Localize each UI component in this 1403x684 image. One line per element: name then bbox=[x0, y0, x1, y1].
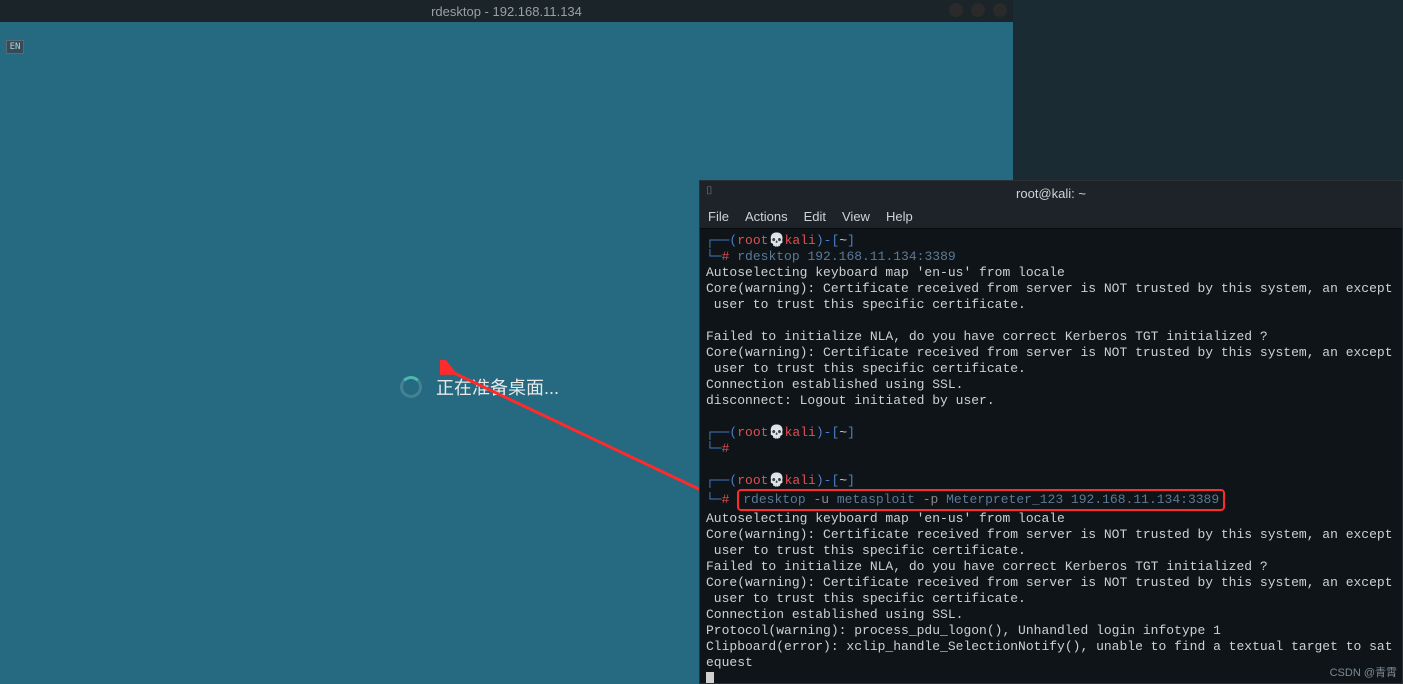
menu-view[interactable]: View bbox=[842, 209, 870, 224]
rdesktop-title: rdesktop - 192.168.11.134 bbox=[431, 4, 582, 19]
terminal-output[interactable]: ┌──(root💀kali)-[~] └─# rdesktop 192.168.… bbox=[700, 229, 1402, 683]
maximize-button[interactable] bbox=[971, 3, 985, 17]
command-1: rdesktop 192.168.11.134:3389 bbox=[737, 249, 955, 264]
terminal-title: root@kali: ~ bbox=[1016, 186, 1086, 201]
rdesktop-titlebar[interactable]: rdesktop - 192.168.11.134 bbox=[0, 0, 1013, 22]
spinner-icon bbox=[400, 376, 422, 398]
menu-help[interactable]: Help bbox=[886, 209, 913, 224]
window-controls bbox=[949, 3, 1007, 17]
loading-message: 正在准备桌面... bbox=[436, 374, 559, 400]
terminal-window: ⌷ root@kali: ~ File Actions Edit View He… bbox=[699, 180, 1403, 684]
terminal-titlebar[interactable]: ⌷ root@kali: ~ bbox=[700, 181, 1402, 205]
watermark: CSDN @青霄 bbox=[1330, 664, 1397, 680]
highlighted-command: rdesktop -u metasploit -p Meterpreter_12… bbox=[737, 489, 1225, 511]
terminal-cursor bbox=[706, 672, 714, 683]
minimize-button[interactable] bbox=[949, 3, 963, 17]
terminal-menubar: File Actions Edit View Help bbox=[700, 205, 1402, 229]
loading-area: 正在准备桌面... bbox=[400, 374, 559, 400]
terminal-icon: ⌷ bbox=[706, 185, 713, 198]
menu-file[interactable]: File bbox=[708, 209, 729, 224]
close-button[interactable] bbox=[993, 3, 1007, 17]
language-indicator[interactable]: EN bbox=[6, 40, 24, 54]
menu-edit[interactable]: Edit bbox=[804, 209, 826, 224]
menu-actions[interactable]: Actions bbox=[745, 209, 788, 224]
